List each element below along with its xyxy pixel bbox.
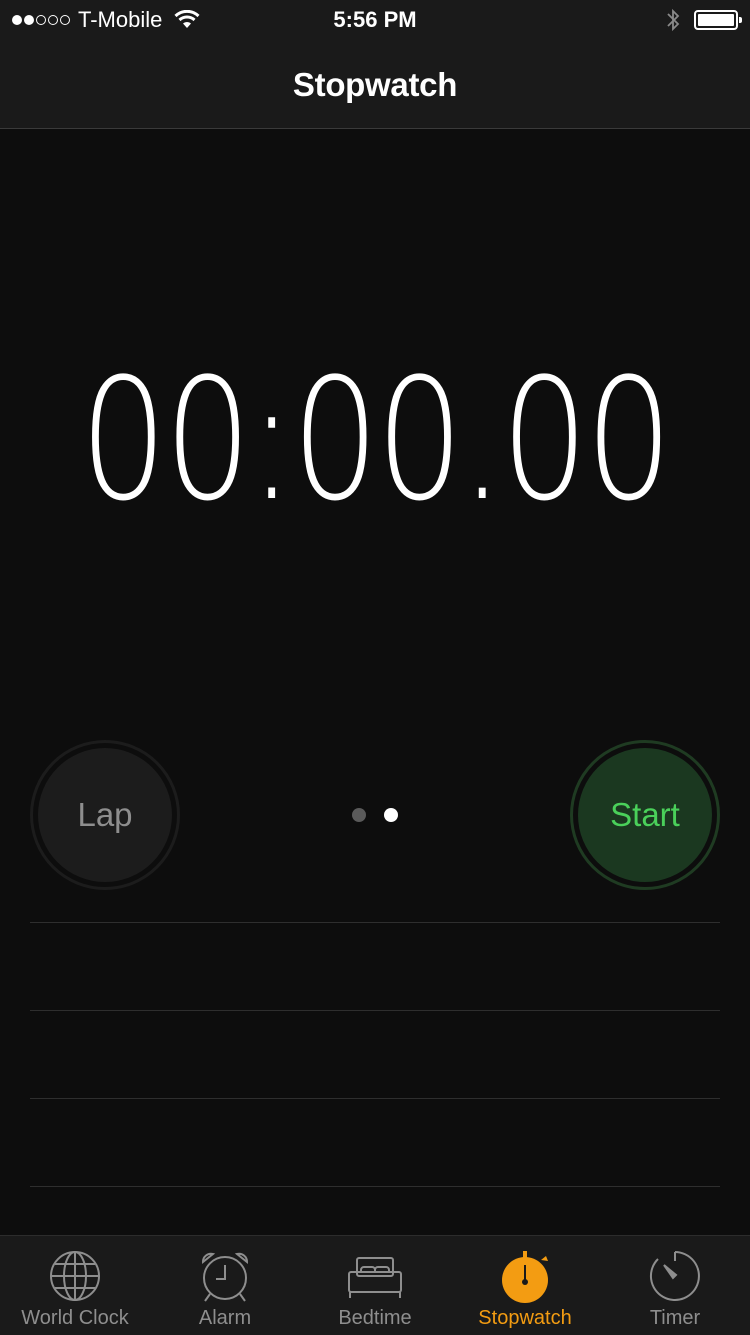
bluetooth-icon bbox=[667, 8, 680, 32]
page-dot-2[interactable] bbox=[384, 808, 398, 822]
page-title: Stopwatch bbox=[292, 66, 458, 103]
tab-label: World Clock bbox=[21, 1307, 129, 1329]
battery-icon bbox=[694, 10, 742, 30]
lap-list bbox=[30, 922, 720, 1274]
page-dot-1[interactable] bbox=[352, 808, 366, 822]
lap-row bbox=[30, 1098, 720, 1186]
page-indicator[interactable] bbox=[352, 808, 398, 822]
tab-label: Stopwatch bbox=[478, 1307, 572, 1329]
status-time: 5:56 PM bbox=[333, 7, 417, 32]
tab-label: Alarm bbox=[198, 1307, 252, 1329]
tab-alarm[interactable]: Alarm bbox=[150, 1236, 300, 1335]
tab-label: Bedtime bbox=[338, 1307, 412, 1329]
tab-stopwatch[interactable]: Stopwatch bbox=[450, 1236, 600, 1335]
stopwatch-time-display: 00:00.00 bbox=[0, 342, 750, 538]
tab-bedtime[interactable]: Bedtime bbox=[300, 1236, 450, 1335]
tab-timer[interactable]: Timer bbox=[600, 1236, 750, 1335]
elapsed-time: 00:00.00 bbox=[80, 342, 673, 538]
lap-row bbox=[30, 922, 720, 1010]
lap-button[interactable]: Lap bbox=[30, 740, 180, 890]
stopwatch-icon bbox=[502, 1251, 548, 1303]
alarm-clock-icon bbox=[202, 1252, 248, 1302]
start-button-label: Start bbox=[578, 748, 712, 882]
lap-button-label: Lap bbox=[38, 748, 172, 882]
tab-label: Timer bbox=[649, 1307, 701, 1329]
lap-row bbox=[30, 1010, 720, 1098]
timer-icon bbox=[649, 1251, 700, 1301]
status-bar: T-Mobile 5:56 PM bbox=[0, 0, 750, 40]
tab-bar: World Clock Alarm Bedtime Stopwatch Time… bbox=[0, 1235, 750, 1335]
navigation-bar: Stopwatch bbox=[0, 40, 750, 129]
bed-icon bbox=[348, 1257, 402, 1298]
tab-world-clock[interactable]: World Clock bbox=[0, 1236, 150, 1335]
globe-icon bbox=[50, 1251, 100, 1301]
start-button[interactable]: Start bbox=[570, 740, 720, 890]
